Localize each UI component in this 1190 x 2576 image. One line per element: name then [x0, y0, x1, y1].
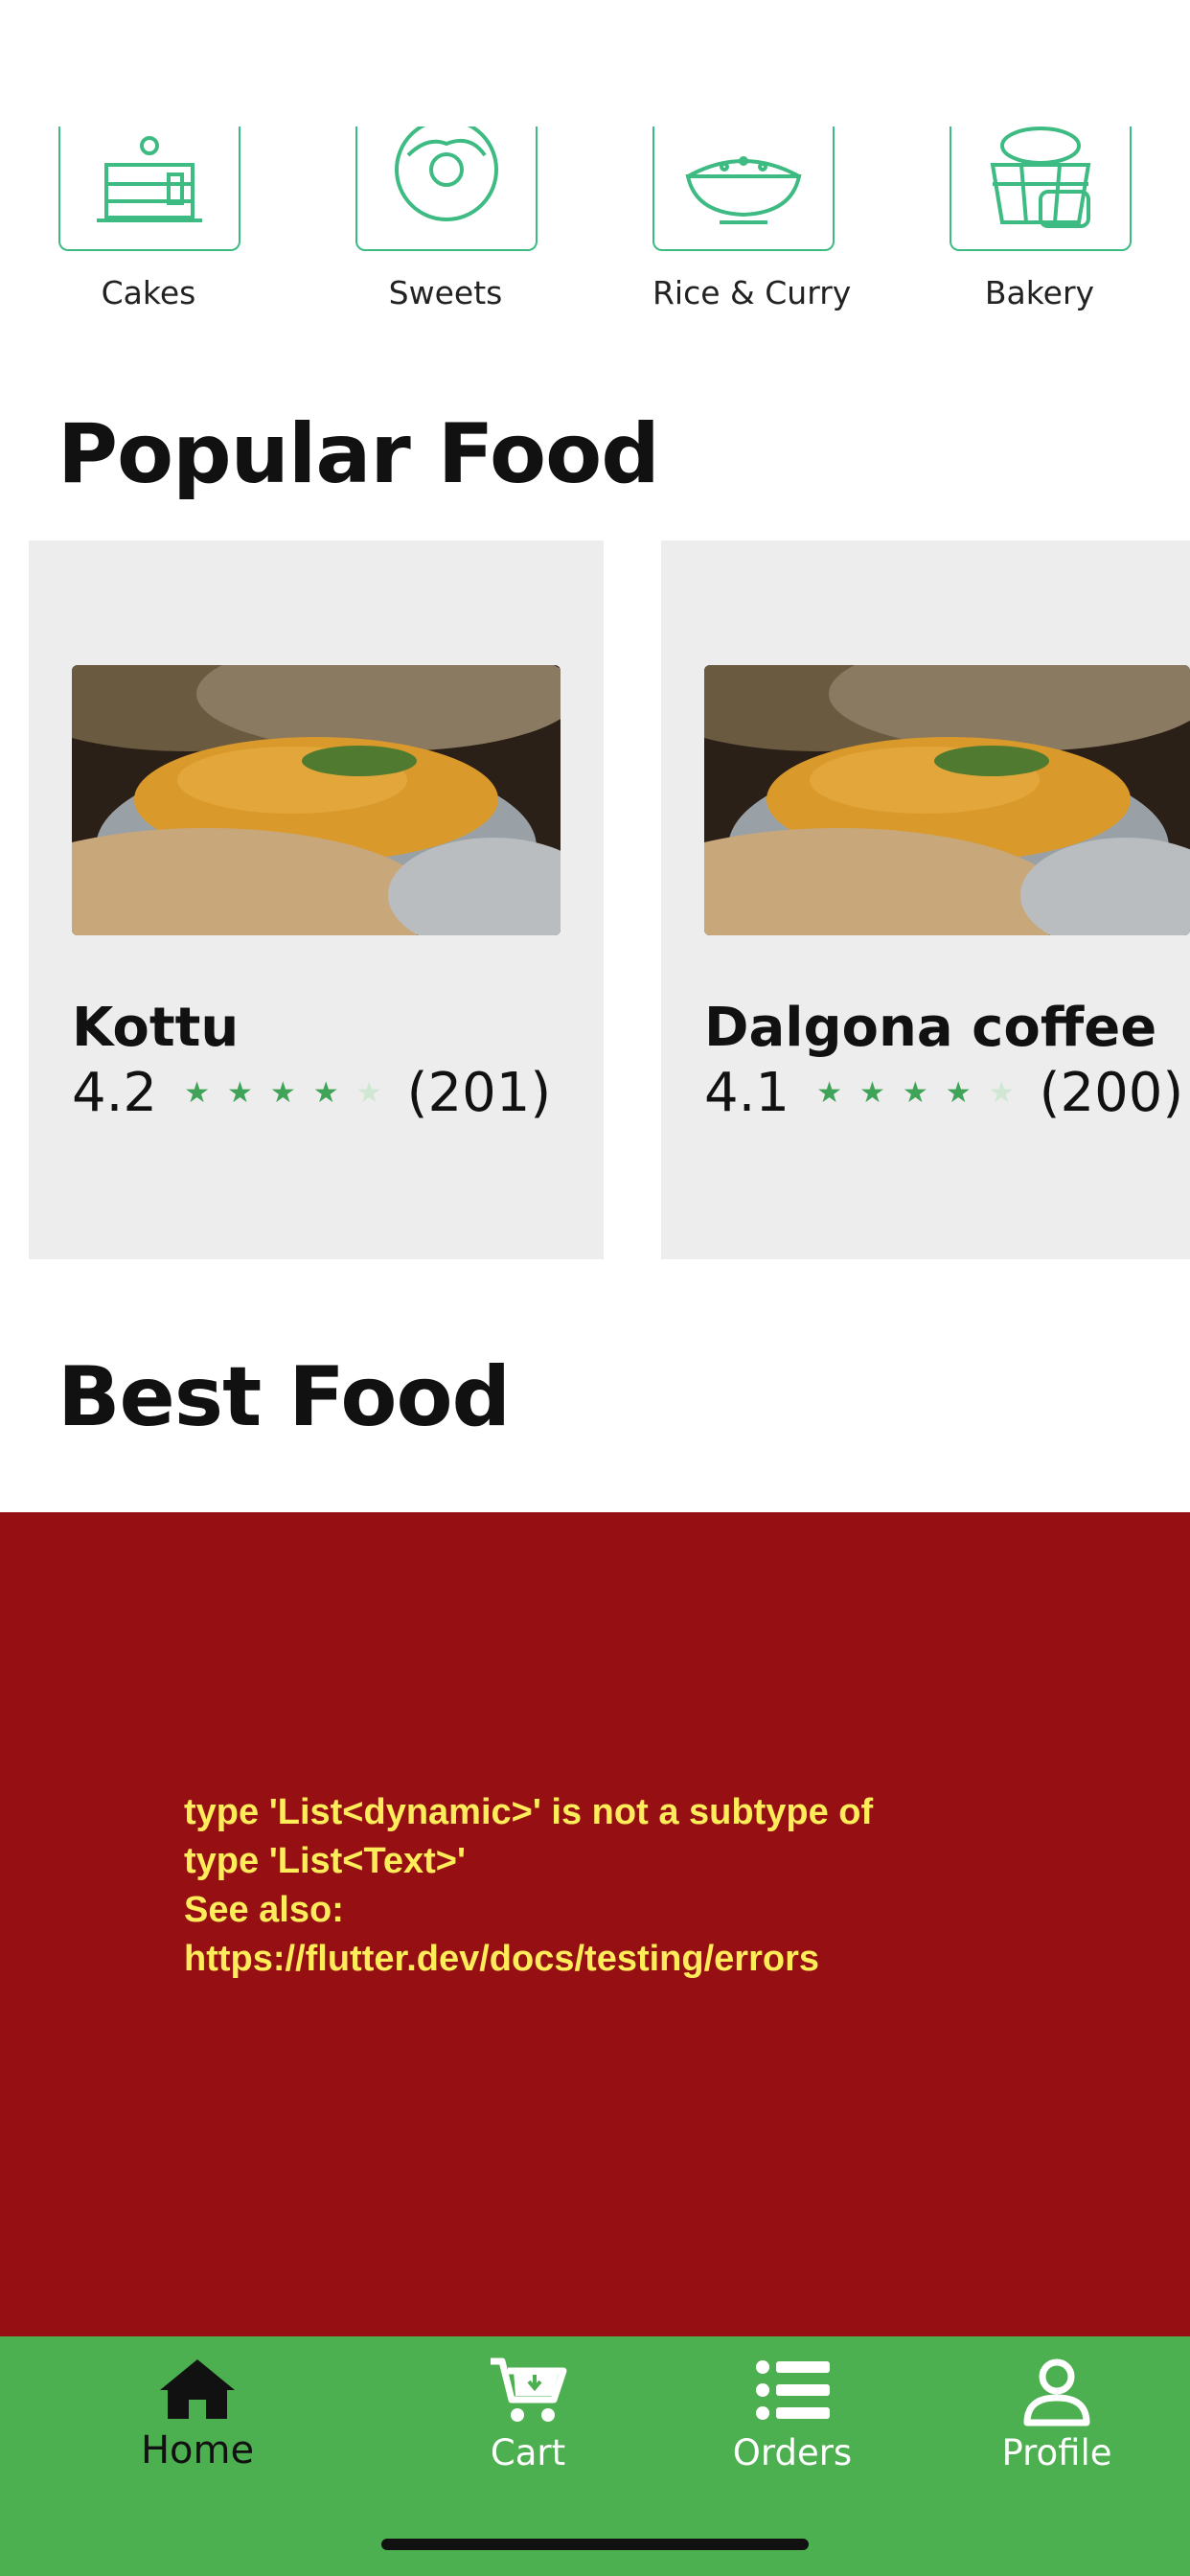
- star-icon: ★: [988, 1076, 1015, 1110]
- food-image: [72, 665, 561, 935]
- star-icon: ★: [902, 1076, 928, 1110]
- error-message: type 'List<dynamic>' is not a subtype of…: [184, 1792, 874, 1979]
- section-title-popular: Popular Food: [57, 406, 660, 502]
- cart-icon: [491, 2358, 567, 2422]
- category-cakes[interactable]: Cakes: [58, 126, 240, 311]
- error-panel: type 'List<dynamic>' is not a subtype of…: [0, 1512, 1190, 2336]
- list-icon: [756, 2360, 830, 2420]
- cake-icon: [97, 136, 202, 222]
- nav-label: Cart: [490, 2432, 566, 2473]
- category-label: Bakery: [984, 274, 1095, 311]
- star-rating: ★ ★ ★ ★ ★: [816, 1076, 1015, 1110]
- section-title-best: Best Food: [57, 1349, 511, 1445]
- home-icon: [160, 2359, 235, 2419]
- category-box: [355, 126, 538, 251]
- nav-home[interactable]: Home: [102, 2356, 293, 2472]
- category-bakery[interactable]: Bakery: [950, 126, 1132, 311]
- star-rating: ★ ★ ★ ★ ★: [184, 1076, 382, 1110]
- star-icon: ★: [858, 1076, 885, 1110]
- nav-profile[interactable]: Profile: [961, 2356, 1153, 2473]
- category-box: [652, 126, 835, 251]
- nav-label: Home: [140, 2428, 255, 2472]
- bread-basket-icon: [990, 126, 1091, 228]
- nav-label: Orders: [732, 2432, 853, 2473]
- rating-value: 4.2: [72, 1062, 158, 1124]
- category-label: Sweets: [388, 274, 503, 311]
- star-icon: ★: [226, 1076, 253, 1110]
- category-label: Rice & Curry: [652, 274, 852, 311]
- star-icon: ★: [269, 1076, 296, 1110]
- rating-row: 4.2 ★ ★ ★ ★ ★ (201): [72, 1062, 551, 1124]
- rating-count: (200): [1039, 1062, 1184, 1124]
- star-icon: ★: [355, 1076, 382, 1110]
- rice-bowl-icon: [685, 156, 802, 224]
- profile-icon: [1023, 2358, 1090, 2426]
- category-rice-curry[interactable]: Rice & Curry: [652, 126, 852, 311]
- donut-icon: [395, 126, 498, 221]
- category-box: [950, 126, 1132, 251]
- rating-value: 4.1: [704, 1062, 790, 1124]
- star-icon: ★: [816, 1076, 842, 1110]
- category-box: [58, 126, 240, 251]
- home-indicator: [381, 2539, 809, 2550]
- food-card[interactable]: [661, 540, 1190, 1259]
- rating-count: (201): [406, 1062, 552, 1124]
- food-image: [704, 665, 1190, 935]
- food-card[interactable]: [29, 540, 604, 1259]
- food-name: Dalgona coffee: [704, 997, 1157, 1059]
- nav-cart[interactable]: Cart: [432, 2356, 624, 2473]
- food-name: Kottu: [72, 997, 240, 1059]
- star-icon: ★: [312, 1076, 339, 1110]
- nav-orders[interactable]: Orders: [697, 2356, 888, 2473]
- category-label: Cakes: [101, 274, 196, 311]
- nav-label: Profile: [1001, 2432, 1112, 2473]
- category-sweets[interactable]: Sweets: [355, 126, 538, 311]
- star-icon: ★: [945, 1076, 972, 1110]
- star-icon: ★: [184, 1076, 210, 1110]
- rating-row: 4.1 ★ ★ ★ ★ ★ (200): [704, 1062, 1183, 1124]
